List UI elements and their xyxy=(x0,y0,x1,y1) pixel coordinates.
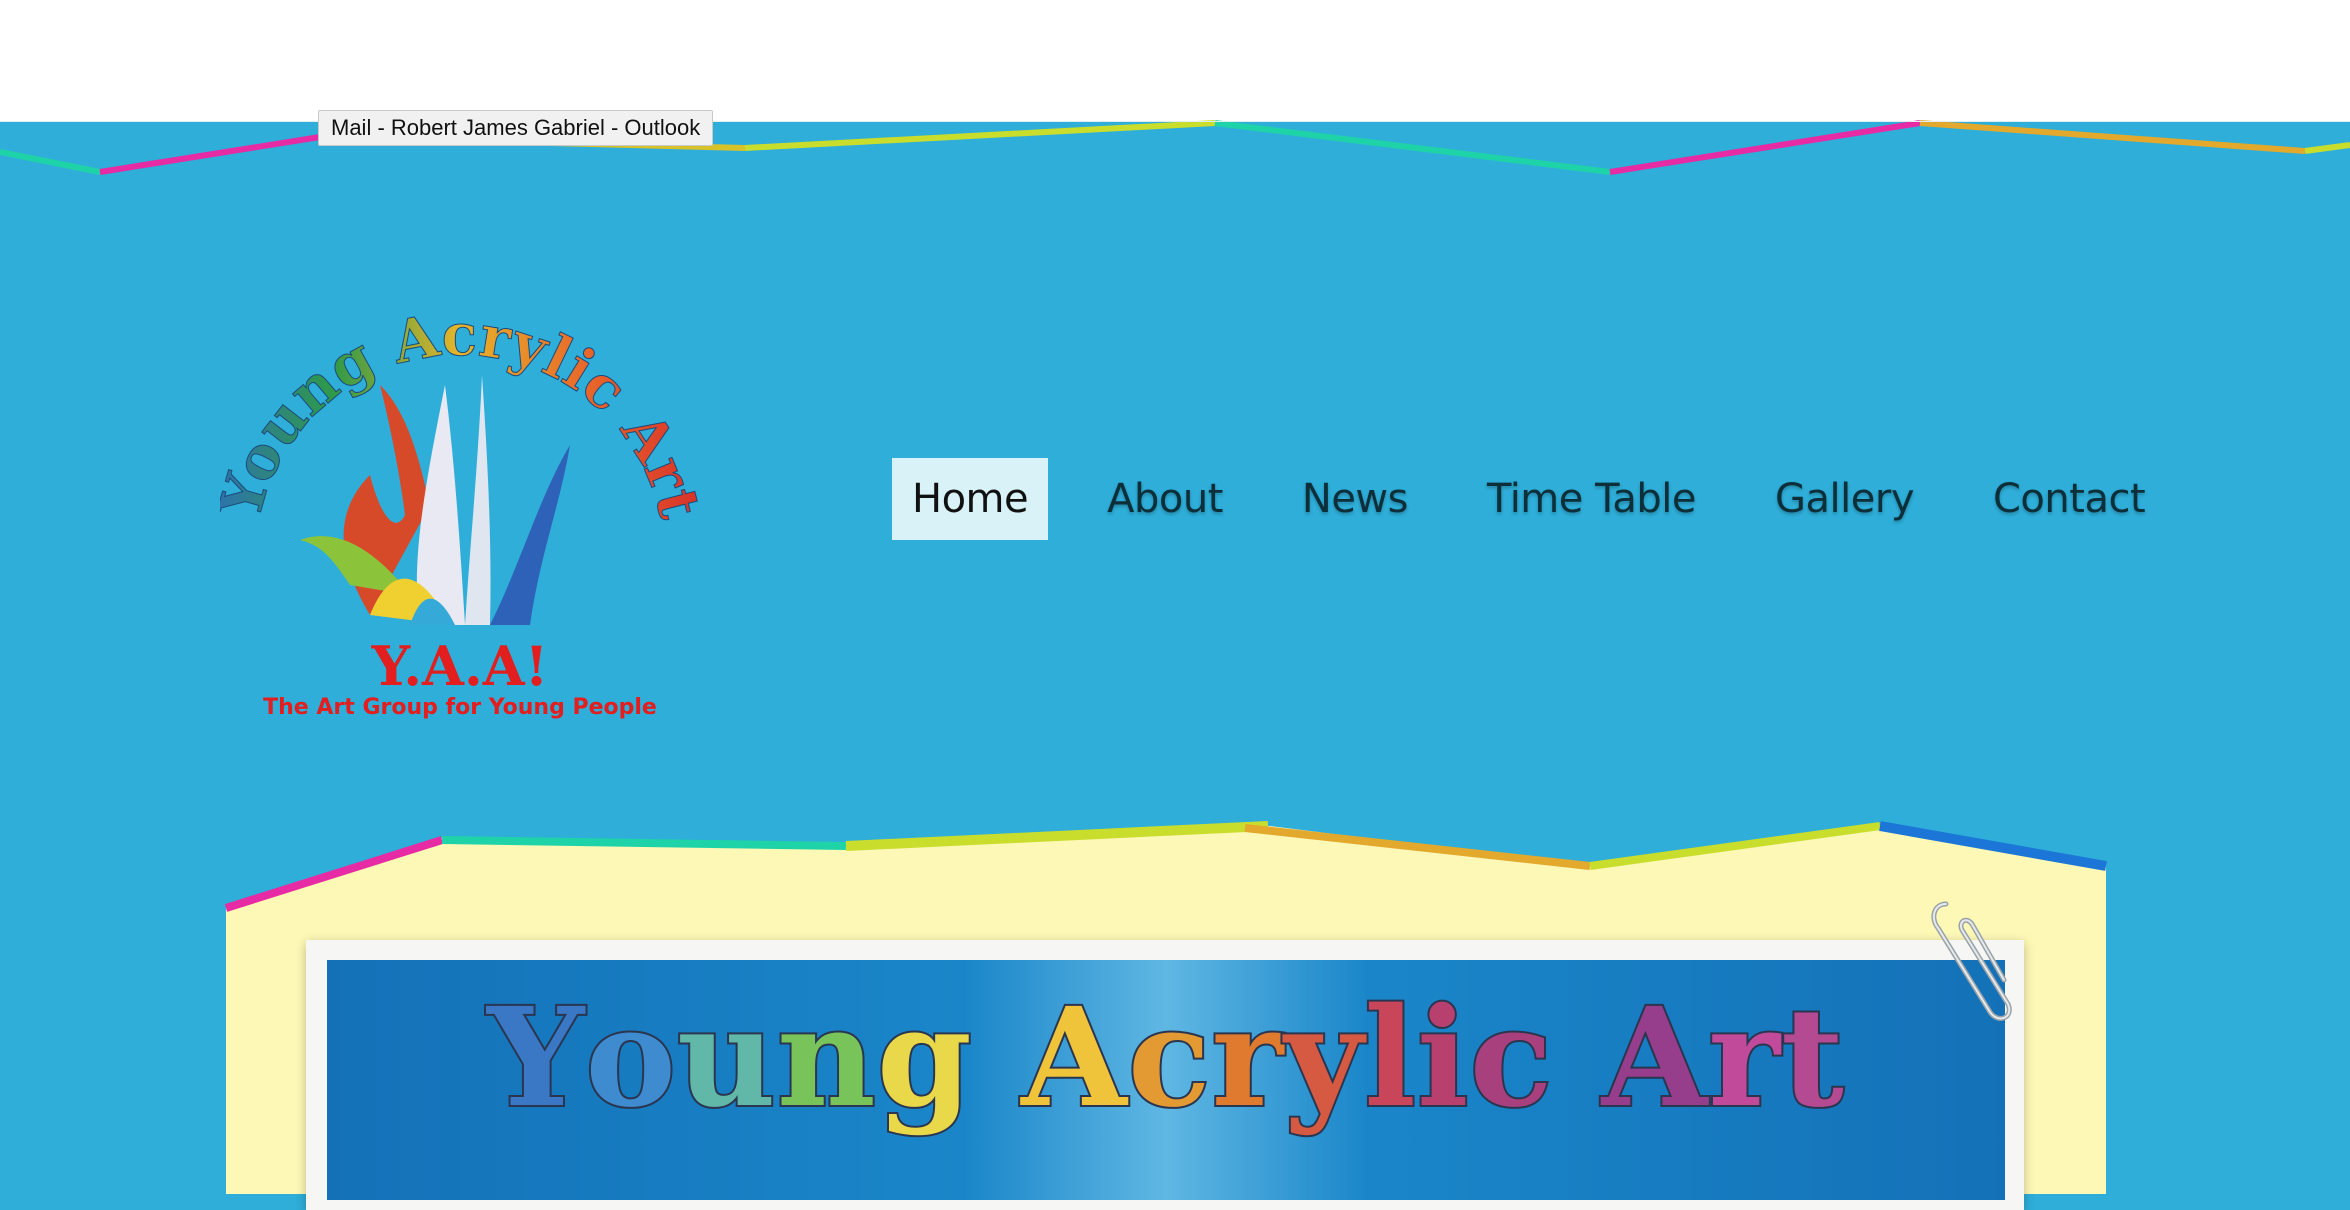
banner-letter: c xyxy=(1126,976,1213,1140)
banner-letter: A xyxy=(1019,976,1129,1140)
banner-letter: Y xyxy=(485,976,586,1140)
logo-arc-text: Young Acrylic Art xyxy=(220,300,700,526)
banner-letter: l xyxy=(1362,976,1418,1140)
banner-space xyxy=(973,978,1021,1138)
banner-letter: u xyxy=(675,976,778,1140)
nav-contact[interactable]: Contact xyxy=(1973,458,2165,540)
banner-title: Young Acrylic Art xyxy=(327,976,2005,1140)
main-nav: Home About News Time Table Gallery Conta… xyxy=(892,458,2165,540)
paint-splash-icon xyxy=(300,375,570,625)
banner-letter: r xyxy=(1210,976,1286,1140)
nav-gallery[interactable]: Gallery xyxy=(1755,458,1934,540)
banner-letter: i xyxy=(1415,976,1471,1140)
banner-letter: A xyxy=(1600,976,1710,1140)
banner-letter: c xyxy=(1468,976,1555,1140)
site-logo[interactable]: Young Acrylic Art Y.A.A! The Art Group f… xyxy=(220,265,700,735)
browser-tooltip: Mail - Robert James Gabriel - Outlook xyxy=(318,110,714,146)
logo-tagline: The Art Group for Young People xyxy=(263,695,657,720)
banner-letter: r xyxy=(1706,976,1782,1140)
nav-time-table[interactable]: Time Table xyxy=(1467,458,1716,540)
banner-letter: o xyxy=(583,976,678,1140)
nav-about[interactable]: About xyxy=(1087,458,1243,540)
nav-home[interactable]: Home xyxy=(892,458,1049,540)
nav-news[interactable]: News xyxy=(1282,458,1428,540)
header-wave-border xyxy=(0,120,2350,182)
banner-letter: n xyxy=(775,976,878,1140)
banner-image: Young Acrylic Art xyxy=(327,960,2005,1200)
logo-acronym: Y.A.A! xyxy=(371,634,549,698)
banner-letter: y xyxy=(1282,976,1365,1140)
banner-space xyxy=(1553,978,1601,1138)
paperclip-icon xyxy=(1931,901,2012,1021)
banner-letter: t xyxy=(1779,976,1846,1140)
banner-letter: g xyxy=(875,976,974,1140)
svg-text:Young Acrylic Art: Young Acrylic Art xyxy=(220,301,700,526)
